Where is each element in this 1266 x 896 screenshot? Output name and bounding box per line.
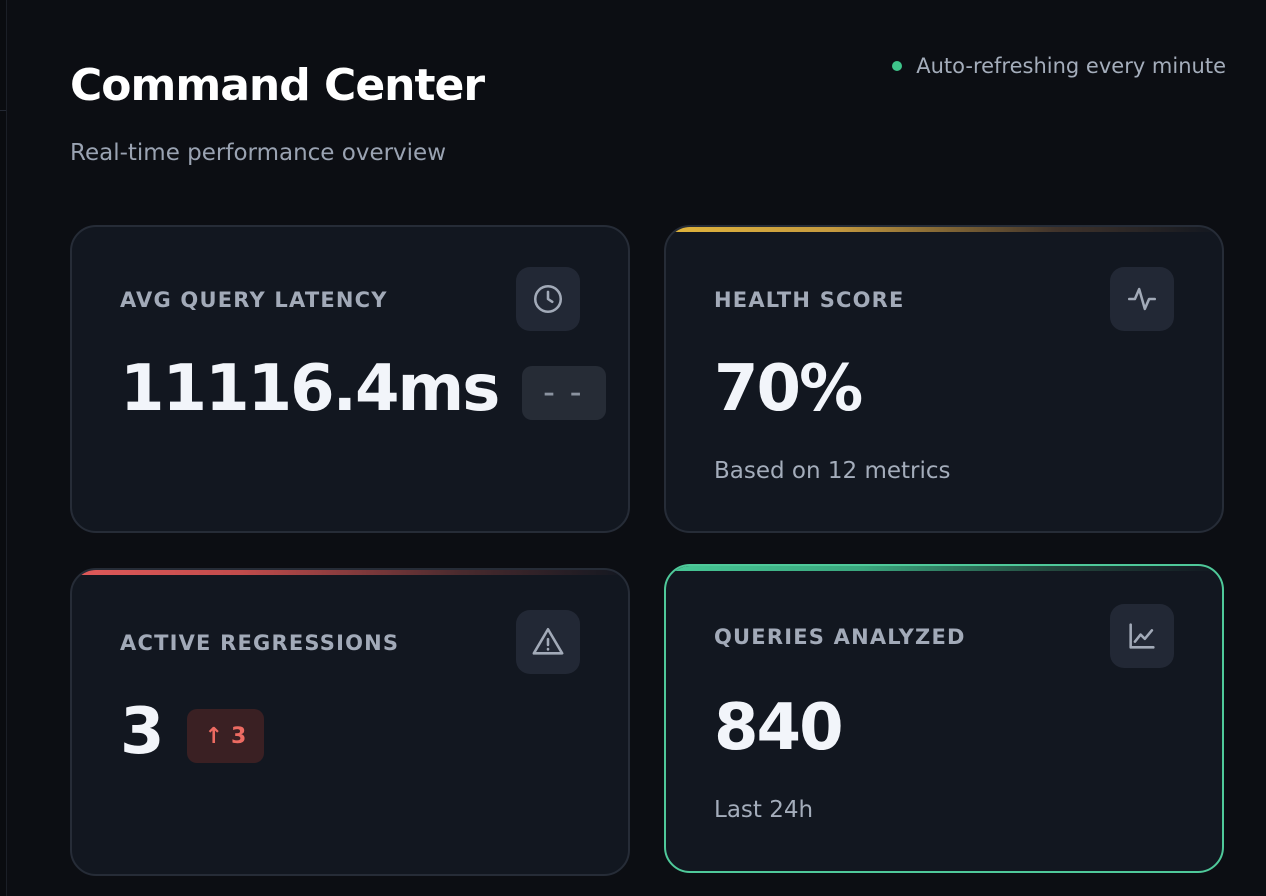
dashboard-page: Command Center Real-time performance ove… (0, 0, 1266, 896)
metric-label: QUERIES ANALYZED (714, 625, 966, 649)
line-chart-icon (1110, 604, 1174, 668)
metric-value: 840 (714, 691, 844, 765)
regression-delta-value: 3 (230, 723, 247, 749)
metric-footnote: Based on 12 metrics (714, 458, 951, 484)
metric-footnote: Last 24h (714, 797, 814, 823)
card-accent-bar (72, 570, 628, 575)
arrow-up-icon: ↑ (204, 723, 223, 749)
metric-label: ACTIVE REGRESSIONS (120, 631, 400, 655)
page-subtitle: Real-time performance overview (70, 140, 447, 166)
metric-label: AVG QUERY LATENCY (120, 288, 388, 312)
clock-icon (516, 267, 580, 331)
metric-card-avg-query-latency[interactable]: AVG QUERY LATENCY 11116.4ms – – (70, 225, 630, 533)
auto-refresh-status: Auto-refreshing every minute (892, 50, 1226, 82)
warning-triangle-icon (516, 610, 580, 674)
regression-delta-badge: ↑ 3 (186, 709, 265, 763)
metric-value-row: 3 ↑ 3 (120, 694, 265, 770)
card-accent-bar (666, 227, 1222, 232)
metric-value-row: 11116.4ms – – (120, 351, 607, 427)
metric-card-active-regressions[interactable]: ACTIVE REGRESSIONS 3 ↑ 3 (70, 568, 630, 876)
activity-pulse-icon (1110, 267, 1174, 331)
metric-value-row: 840 (714, 690, 844, 766)
metric-value: 70% (714, 352, 863, 426)
page-title: Command Center (70, 60, 485, 111)
metric-value-row: 70% (714, 351, 863, 427)
sidebar-edge (0, 0, 7, 896)
card-accent-bar (666, 566, 1222, 571)
metric-value: 3 (120, 695, 165, 769)
metric-label: HEALTH SCORE (714, 288, 905, 312)
metric-card-queries-analyzed[interactable]: QUERIES ANALYZED 840 Last 24h (664, 564, 1224, 873)
status-dot-icon (892, 61, 903, 71)
metric-value: 11116.4ms (120, 352, 500, 426)
sidebar-divider (0, 110, 6, 111)
auto-refresh-label: Auto-refreshing every minute (916, 54, 1226, 78)
trend-badge: – – (522, 366, 607, 420)
metric-card-health-score[interactable]: HEALTH SCORE 70% Based on 12 metrics (664, 225, 1224, 533)
